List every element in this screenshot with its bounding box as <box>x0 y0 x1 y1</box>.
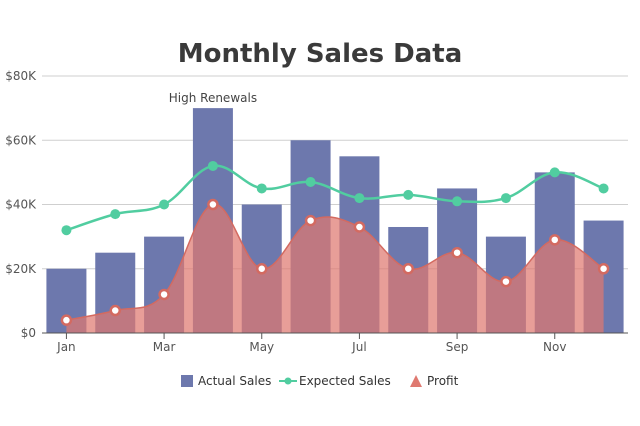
x-tick-label: Jul <box>351 340 366 354</box>
annotations: High Renewals <box>169 91 257 105</box>
profit-point[interactable] <box>451 246 463 259</box>
expected-sales-point[interactable] <box>110 209 121 220</box>
y-axis-ticks: $0 $20K $40K $60K $80K <box>5 69 37 340</box>
profit-point[interactable] <box>597 263 610 275</box>
profit-point[interactable] <box>304 214 317 227</box>
legend-swatch-actual-sales <box>181 375 193 387</box>
chart: Monthly Sales Data $0 $20K $40K $60K $80K Ja… <box>5 39 628 388</box>
expected-sales-point[interactable] <box>305 177 316 188</box>
legend-label[interactable]: Profit <box>427 374 459 388</box>
expected-sales-point[interactable] <box>256 183 267 194</box>
y-tick-label: $40K <box>5 198 37 212</box>
profit-point[interactable] <box>549 234 561 246</box>
profit-point[interactable] <box>158 288 170 301</box>
expected-sales-point[interactable] <box>159 199 170 210</box>
x-tick-label: Sep <box>446 340 469 354</box>
expected-sales-point[interactable] <box>598 183 609 194</box>
legend-swatch-profit <box>410 375 422 387</box>
y-tick-label: $20K <box>5 262 37 276</box>
profit-point[interactable] <box>60 314 73 326</box>
profit-point[interactable] <box>109 304 121 317</box>
profit-point[interactable] <box>500 275 512 288</box>
legend-label[interactable]: Expected Sales <box>299 374 391 388</box>
legend-marker-expected-sales <box>284 377 292 385</box>
y-tick-label: $80K <box>5 69 37 83</box>
x-tick-label: Nov <box>543 340 566 354</box>
x-tick-label: May <box>249 340 274 354</box>
profit-point[interactable] <box>353 221 366 233</box>
chart-title: Monthly Sales Data <box>178 39 463 69</box>
expected-sales-point[interactable] <box>207 160 218 171</box>
y-tick-label: $60K <box>5 133 37 147</box>
y-tick-label: $0 <box>21 326 36 340</box>
profit-point[interactable] <box>256 263 268 275</box>
profit-point[interactable] <box>402 263 414 275</box>
profit-point[interactable] <box>207 198 219 211</box>
expected-sales-point[interactable] <box>403 189 414 200</box>
expected-sales-point[interactable] <box>354 193 365 204</box>
legend[interactable]: Actual Sales Expected Sales Profit <box>181 374 459 388</box>
expected-sales-point[interactable] <box>549 167 560 178</box>
expected-sales-point[interactable] <box>500 193 511 204</box>
expected-sales-point[interactable] <box>61 225 72 236</box>
x-tick-label: Jan <box>56 340 76 354</box>
expected-sales-point[interactable] <box>452 196 463 207</box>
annotation-label: High Renewals <box>169 91 257 105</box>
x-axis-ticks: Jan Mar May Jul Sep Nov <box>56 333 566 354</box>
x-tick-label: Mar <box>153 340 176 354</box>
legend-label[interactable]: Actual Sales <box>198 374 271 388</box>
